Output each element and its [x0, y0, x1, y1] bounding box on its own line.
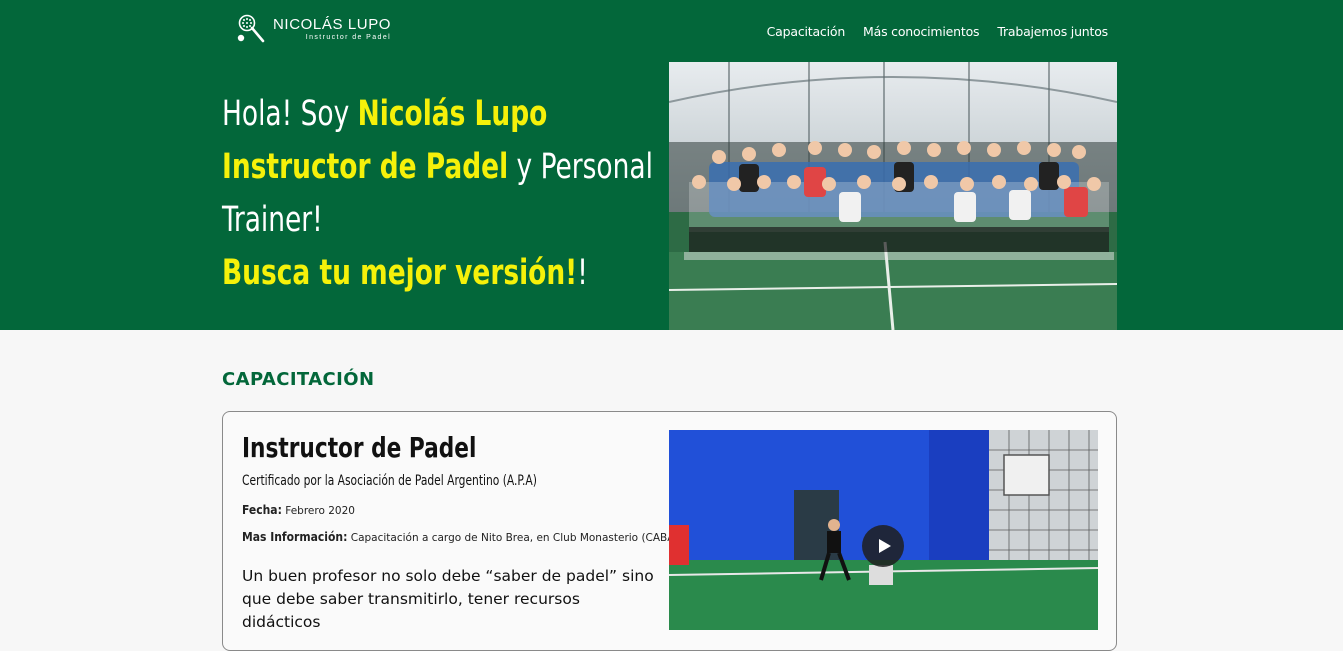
info-label: Mas Información:: [242, 530, 348, 544]
hero-line-3: Trainer!: [222, 200, 323, 240]
hero-greeting: Hola! Soy: [222, 94, 358, 134]
hero-line-4: Busca tu mejor versión!!: [222, 247, 600, 300]
course-certification: Certificado por la Asociación de Padel A…: [242, 473, 537, 489]
course-description: Un buen profesor no solo debe “saber de …: [242, 567, 654, 631]
hero-section: NICOLÁS LUPO Instructor de Padel Capacit…: [0, 0, 1343, 330]
info-value: Capacitación a cargo de Nito Brea, en Cl…: [347, 532, 679, 544]
group-photo: [669, 62, 1117, 330]
hero-role: Instructor de Padel: [222, 147, 509, 187]
logo-subtitle: Instructor de Padel: [305, 33, 392, 41]
hero-name: Nicolás Lupo: [357, 94, 548, 134]
course-info: Mas Información: Capacitación a cargo de…: [242, 530, 679, 544]
date-label: Fecha:: [242, 503, 282, 517]
hero-tagline-suffix: !: [577, 253, 588, 293]
padel-racket-icon: [237, 14, 265, 43]
course-video[interactable]: [669, 430, 1098, 630]
play-button[interactable]: [862, 525, 904, 567]
nav-link-capacitacion[interactable]: Capacitación: [767, 24, 846, 39]
hero-line-2: Instructor de Padel y Personal: [222, 141, 653, 194]
section-title-capacitacion: CAPACITACIÓN: [222, 369, 375, 390]
logo-name: NICOLÁS LUPO: [273, 15, 392, 33]
nav-link-trabajemos-juntos[interactable]: Trabajemos juntos: [997, 24, 1108, 39]
hero-role-suffix: y Personal: [508, 147, 653, 187]
main-nav: Capacitación Más conocimientos Trabajemo…: [767, 24, 1109, 39]
logo-text: NICOLÁS LUPO Instructor de Padel: [273, 16, 391, 43]
course-title: Instructor de Padel: [242, 431, 477, 464]
hero-tagline: Busca tu mejor versión!: [222, 253, 578, 293]
play-icon: [879, 539, 891, 553]
date-value: Febrero 2020: [281, 505, 355, 517]
hero-line-1: Hola! Soy Nicolás Lupo: [222, 88, 600, 141]
hero-headline: Hola! Soy Nicolás Lupo Instructor de Pad…: [222, 88, 653, 300]
course-card: Instructor de Padel Certificado por la A…: [222, 411, 1117, 651]
site-logo[interactable]: NICOLÁS LUPO Instructor de Padel: [236, 14, 391, 44]
nav-link-mas-conocimientos[interactable]: Más conocimientos: [863, 24, 979, 39]
course-date: Fecha: Febrero 2020: [242, 503, 355, 517]
